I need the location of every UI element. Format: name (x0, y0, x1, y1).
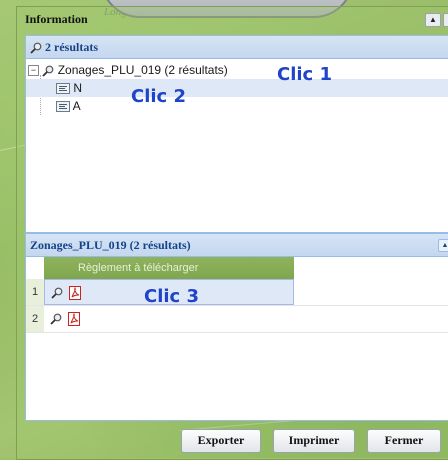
layer-icon (56, 101, 70, 113)
tree-item-label: N (73, 81, 83, 95)
annotation-clic-1: Clic 1 (277, 64, 333, 85)
pdf-icon[interactable] (69, 286, 81, 300)
window-title: Information (25, 12, 88, 26)
detail-panel-header: Zonages_PLU_019 (2 résultats) ▲ (26, 234, 448, 257)
collapse-node-icon[interactable]: − (28, 65, 39, 77)
results-panel-header: 2 résultats (26, 36, 448, 59)
pdf-icon[interactable] (68, 312, 80, 326)
column-header-reglement[interactable]: Règlement à télécharger (66, 257, 294, 279)
layer-icon (56, 83, 70, 95)
search-icon (42, 65, 54, 77)
detail-panel: Zonages_PLU_019 (2 résultats) ▲ Règlemen… (25, 233, 448, 421)
results-tree: − Zonages_PLU_019 (2 résultats) N A (26, 59, 448, 115)
row-number: 1 (26, 279, 44, 305)
tree-item-label: A (72, 99, 81, 113)
results-panel: 2 résultats − Zonages_PLU_019 (2 résulta… (25, 35, 448, 233)
table-row[interactable]: 1 (26, 279, 448, 306)
tree-item-n[interactable]: N (26, 79, 448, 97)
annotation-clic-3: Clic 3 (144, 286, 200, 307)
table-row[interactable]: 2 (26, 306, 448, 333)
export-button[interactable]: Exporter (181, 429, 261, 453)
results-count: 2 résultats (45, 40, 98, 54)
information-window: Information ▲ x 2 résultats − Zonages_PL… (16, 6, 448, 460)
close-button[interactable]: Fermer (367, 429, 441, 453)
detail-panel-title: Zonages_PLU_019 (2 résultats) (30, 238, 191, 252)
zoom-icon[interactable] (51, 287, 63, 299)
minimize-button[interactable]: ▲ (425, 13, 441, 27)
collapse-panel-button[interactable]: ▲ (438, 239, 448, 252)
print-button[interactable]: Imprimer (273, 429, 355, 453)
search-icon (30, 42, 42, 54)
tree-root-item[interactable]: − Zonages_PLU_019 (2 résultats) (26, 61, 448, 79)
row-number: 2 (26, 306, 44, 332)
window-titlebar[interactable]: Information ▲ x (17, 7, 448, 31)
zoom-icon[interactable] (50, 313, 62, 325)
grid-header: Règlement à télécharger (26, 257, 448, 279)
tree-root-label: Zonages_PLU_019 (2 résultats) (57, 63, 228, 77)
annotation-clic-2: Clic 2 (131, 86, 187, 107)
close-window-button[interactable]: x (443, 13, 448, 27)
tree-item-a[interactable]: A (26, 97, 448, 115)
window-footer: Exporter Imprimer Fermer (17, 419, 448, 459)
